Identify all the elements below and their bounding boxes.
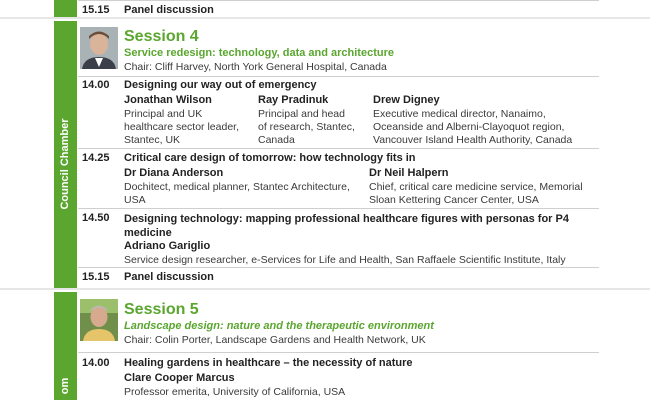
- section-separator: [0, 17, 650, 19]
- speaker-name: Jonathan Wilson: [124, 94, 212, 106]
- divider: [78, 208, 599, 209]
- session-chair: Chair: Colin Porter, Landscape Gardens a…: [124, 334, 426, 346]
- talk-time: 14.00: [82, 357, 110, 369]
- talk-time: 15.15: [82, 4, 110, 16]
- speaker-name: Adriano Gariglio: [124, 240, 211, 252]
- divider: [78, 352, 599, 353]
- session-subtitle: Service redesign: technology, data and a…: [124, 47, 394, 59]
- speaker-name: Clare Cooper Marcus: [124, 372, 235, 384]
- speaker-name: Dr Neil Halpern: [369, 167, 449, 179]
- room-label: om: [59, 377, 71, 395]
- talk-title: Panel discussion: [124, 4, 214, 16]
- speaker-photo: [80, 299, 118, 341]
- speaker-affiliation: Executive medical director, Nanaimo, Oce…: [373, 108, 573, 146]
- speaker-affiliation: Professor emerita, University of Califor…: [124, 386, 346, 398]
- talk-title: Panel discussion: [124, 271, 214, 283]
- divider: [78, 76, 599, 77]
- talk-time: 14.50: [82, 212, 110, 224]
- speaker-affiliation: Principal and UK healthcare sector leade…: [124, 108, 239, 146]
- divider: [78, 148, 599, 149]
- speaker-portrait-icon: [80, 299, 118, 341]
- room-label: Council Chamber: [59, 118, 71, 210]
- speaker-name: Ray Pradinuk: [258, 94, 329, 106]
- session-chair: Chair: Cliff Harvey, North York General …: [124, 61, 387, 73]
- session-title: Session 4: [124, 28, 199, 45]
- speaker-name: Drew Digney: [373, 94, 440, 106]
- talk-title: Designing technology: mapping profession…: [124, 213, 569, 239]
- divider: [78, 267, 599, 268]
- speaker-affiliation: Service design researcher, e-Services fo…: [124, 254, 566, 266]
- talk-title: Designing our way out of emergency: [124, 79, 317, 91]
- session-subtitle: Landscape design: nature and the therape…: [124, 320, 434, 332]
- speaker-name: Dr Diana Anderson: [124, 167, 224, 179]
- speaker-portrait-icon: [80, 27, 118, 69]
- talk-time: 15.15: [82, 271, 110, 283]
- talk-time: 14.00: [82, 79, 110, 91]
- speaker-affiliation: Dochitect, medical planner, Stantec Arch…: [124, 181, 350, 206]
- session-title: Session 5: [124, 301, 199, 318]
- talk-title: Critical care design of tomorrow: how te…: [124, 152, 416, 164]
- talk-title: Healing gardens in healthcare – the nece…: [124, 357, 413, 369]
- speaker-affiliation: Principal and head of research, Stantec,…: [258, 108, 355, 146]
- divider: [78, 0, 599, 1]
- room-bar-top: [54, 0, 77, 18]
- section-separator: [0, 288, 650, 290]
- speaker-affiliation: Chief, critical care medicine service, M…: [369, 181, 583, 206]
- speaker-photo: [80, 27, 118, 69]
- talk-time: 14.25: [82, 152, 110, 164]
